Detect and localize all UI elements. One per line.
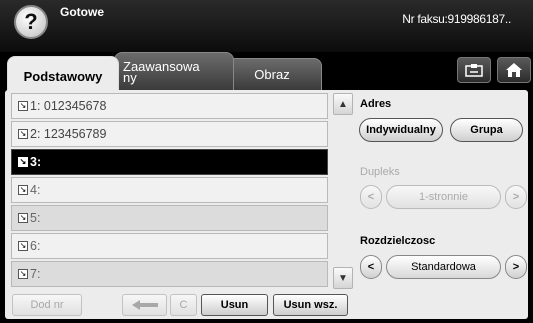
chevron-right-icon: > [505, 185, 527, 209]
tab-bar: Obraz Zaawansowa ny Podstawowy [0, 52, 533, 96]
chevron-left-icon: < [360, 185, 382, 209]
group-button[interactable]: Grupa [450, 118, 523, 142]
duplex-value: 1-stronnie [386, 185, 501, 209]
chevron-left-icon[interactable]: < [360, 255, 382, 279]
resolution-label: Rozdzielczosc [360, 235, 436, 247]
list-item[interactable]: ↘ 1: 012345678 [11, 93, 328, 119]
address-book-glyph [465, 64, 483, 77]
delete-button[interactable]: Usun [201, 294, 268, 316]
edit-icon: ↘ [18, 185, 28, 195]
list-item-selected[interactable]: ↘ 3: [11, 149, 328, 175]
backspace-arrow-icon[interactable] [122, 294, 167, 316]
edit-icon: ↘ [18, 129, 28, 139]
clear-button[interactable]: C [170, 294, 197, 316]
list-item[interactable]: ↘ 5: [11, 205, 328, 231]
address-book-icon[interactable] [457, 57, 491, 83]
list-item-label: 4: [30, 183, 41, 197]
resolution-value[interactable]: Standardowa [386, 255, 501, 279]
address-label: Adres [360, 98, 392, 110]
list-item-label: 1: 012345678 [30, 99, 107, 113]
delete-all-button[interactable]: Usun wsz. [273, 294, 348, 316]
scroll-up-button[interactable]: ▲ [333, 93, 353, 115]
duplex-label: Dupleks [360, 166, 400, 178]
edit-icon: ↘ [18, 213, 28, 223]
list-item-label: 6: [30, 239, 41, 253]
fax-number: Nr faksu:919986187.. [402, 12, 511, 26]
list-item-label: 3: [30, 155, 42, 169]
list-item[interactable]: ↘ 2: 123456789 [11, 121, 328, 147]
main-panel: ↘ 1: 012345678 ↘ 2: 123456789 ↘ 3: ↘ 4: … [5, 90, 528, 319]
header-bar: ? Gotowe Nr faksu:919986187.. [0, 0, 533, 52]
edit-icon: ↘ [18, 157, 28, 167]
edit-icon: ↘ [18, 269, 28, 279]
scroll-down-button[interactable]: ▼ [333, 267, 353, 289]
list-item[interactable]: ↘ 4: [11, 177, 328, 203]
home-glyph [506, 63, 522, 77]
individual-button[interactable]: Indywidualny [359, 118, 443, 142]
fax-screen: ? Gotowe Nr faksu:919986187.. Obraz Zaaw… [0, 0, 533, 323]
list-item[interactable]: ↘ 7: [11, 261, 328, 287]
chevron-right-icon[interactable]: > [505, 255, 527, 279]
home-icon[interactable] [497, 57, 531, 83]
list-item-label: 5: [30, 211, 41, 225]
edit-icon: ↘ [18, 101, 28, 111]
status-text: Gotowe [60, 5, 104, 19]
tab-image[interactable]: Obraz [222, 58, 322, 90]
recipient-list: ↘ 1: 012345678 ↘ 2: 123456789 ↘ 3: ↘ 4: … [11, 93, 328, 289]
add-number-button[interactable]: Dod nr [12, 294, 82, 316]
resolution-stepper: < Standardowa > [360, 255, 527, 279]
duplex-stepper: < 1-stronnie > [360, 185, 527, 209]
list-item-label: 7: [30, 267, 41, 281]
question-mark-icon[interactable]: ? [14, 5, 48, 39]
backspace-arrow-glyph [131, 300, 158, 310]
list-item-label: 2: 123456789 [30, 127, 107, 141]
list-item[interactable]: ↘ 6: [11, 233, 328, 259]
tab-advanced[interactable]: Zaawansowa ny [114, 52, 234, 90]
edit-icon: ↘ [18, 241, 28, 251]
